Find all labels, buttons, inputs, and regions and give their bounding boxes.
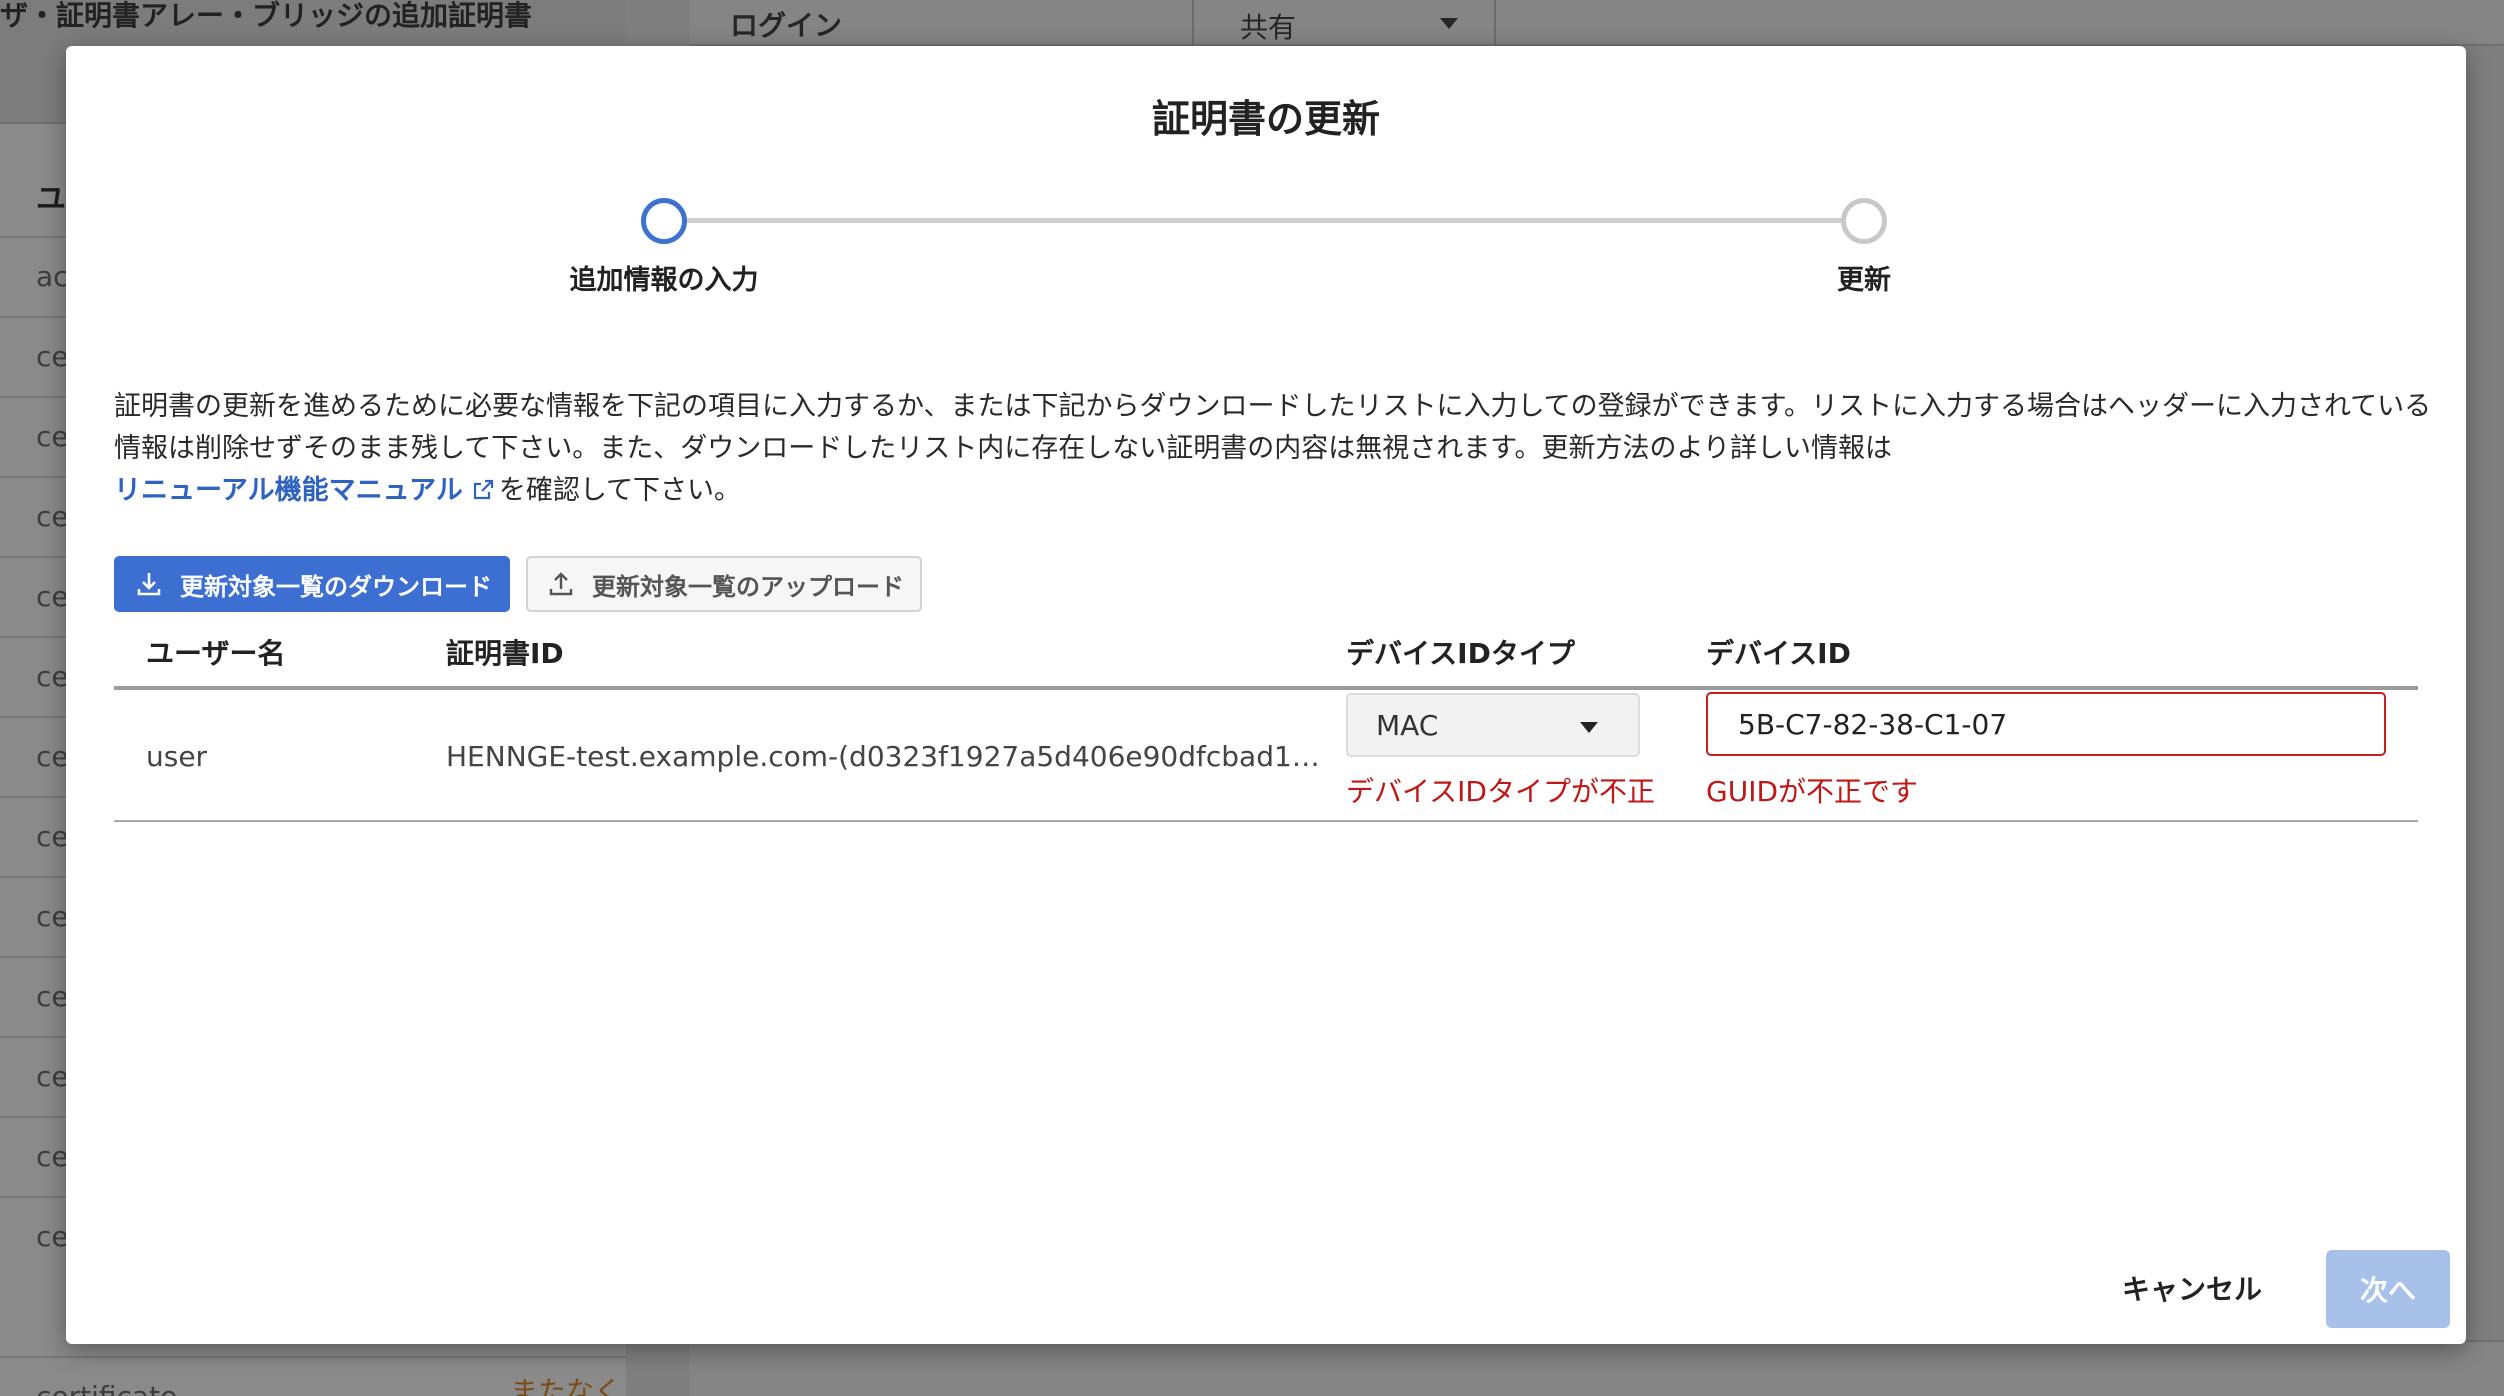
device-id-type-value: MAC bbox=[1376, 709, 1439, 742]
background-login-label: ログイン bbox=[730, 9, 843, 42]
device-id-type-error: デバイスIDタイプが不正 bbox=[1346, 775, 1655, 808]
description-text-after: を確認して下さい。 bbox=[498, 475, 742, 506]
chevron-down-icon bbox=[1440, 18, 1458, 29]
device-id-error: GUIDが不正です bbox=[1706, 775, 1919, 808]
step-1-indicator bbox=[641, 198, 687, 244]
cancel-button[interactable]: キャンセル bbox=[2122, 1268, 2262, 1308]
username-cell: user bbox=[146, 740, 208, 773]
table-header-divider bbox=[114, 686, 2418, 690]
column-header-certificate-id: 証明書ID bbox=[446, 637, 564, 670]
stepper-line bbox=[684, 218, 1884, 223]
upload-list-button[interactable]: 更新対象一覧のアップロード bbox=[526, 556, 922, 612]
external-link-icon bbox=[473, 479, 493, 500]
column-header-username: ユーザー名 bbox=[146, 637, 286, 670]
background-column-header: ユ bbox=[36, 182, 66, 217]
download-list-button[interactable]: 更新対象一覧のダウンロード bbox=[114, 556, 510, 612]
chevron-down-icon bbox=[1580, 722, 1598, 733]
upload-list-label: 更新対象一覧のアップロード bbox=[592, 572, 904, 601]
upload-icon bbox=[549, 572, 573, 596]
certificate-id-cell: HENNGE-test.example.com-(d0323f1927a5d40… bbox=[446, 740, 1326, 773]
step-2-label: 更新 bbox=[1837, 265, 1891, 296]
next-button[interactable]: 次へ bbox=[2326, 1250, 2450, 1328]
step-2-indicator bbox=[1841, 198, 1887, 244]
background-toolbar bbox=[690, 0, 2504, 46]
download-icon bbox=[137, 573, 161, 596]
background-share-select: 共有 bbox=[1192, 0, 1496, 46]
column-header-device-id: デバイスID bbox=[1706, 637, 1851, 670]
device-id-input[interactable] bbox=[1706, 692, 2386, 756]
device-id-type-select[interactable]: MAC bbox=[1346, 693, 1640, 757]
dialog-description: 証明書の更新を進めるために必要な情報を下記の項目に入力するか、または下記からダウ… bbox=[114, 386, 2444, 512]
step-1-label: 追加情報の入力 bbox=[569, 265, 759, 296]
background-orange-text: またなく bbox=[510, 1375, 623, 1396]
download-list-label: 更新対象一覧のダウンロード bbox=[180, 572, 492, 601]
background-footer bbox=[690, 1340, 2504, 1396]
table-row-divider bbox=[114, 820, 2418, 822]
background-header-text: ザ・証明書アレー・ブリッジの追加証明書 bbox=[0, 0, 533, 32]
description-text: 証明書の更新を進めるために必要な情報を下記の項目に入力するか、または下記からダウ… bbox=[114, 391, 2432, 464]
dialog-title: 証明書の更新 bbox=[1151, 97, 1380, 141]
renew-certificate-dialog: 証明書の更新 追加情報の入力 更新 証明書の更新を進めるために必要な情報を下記の… bbox=[66, 46, 2466, 1344]
column-header-device-id-type: デバイスIDタイプ bbox=[1346, 637, 1575, 670]
manual-link[interactable]: リニューアル機能マニュアル bbox=[114, 475, 499, 506]
